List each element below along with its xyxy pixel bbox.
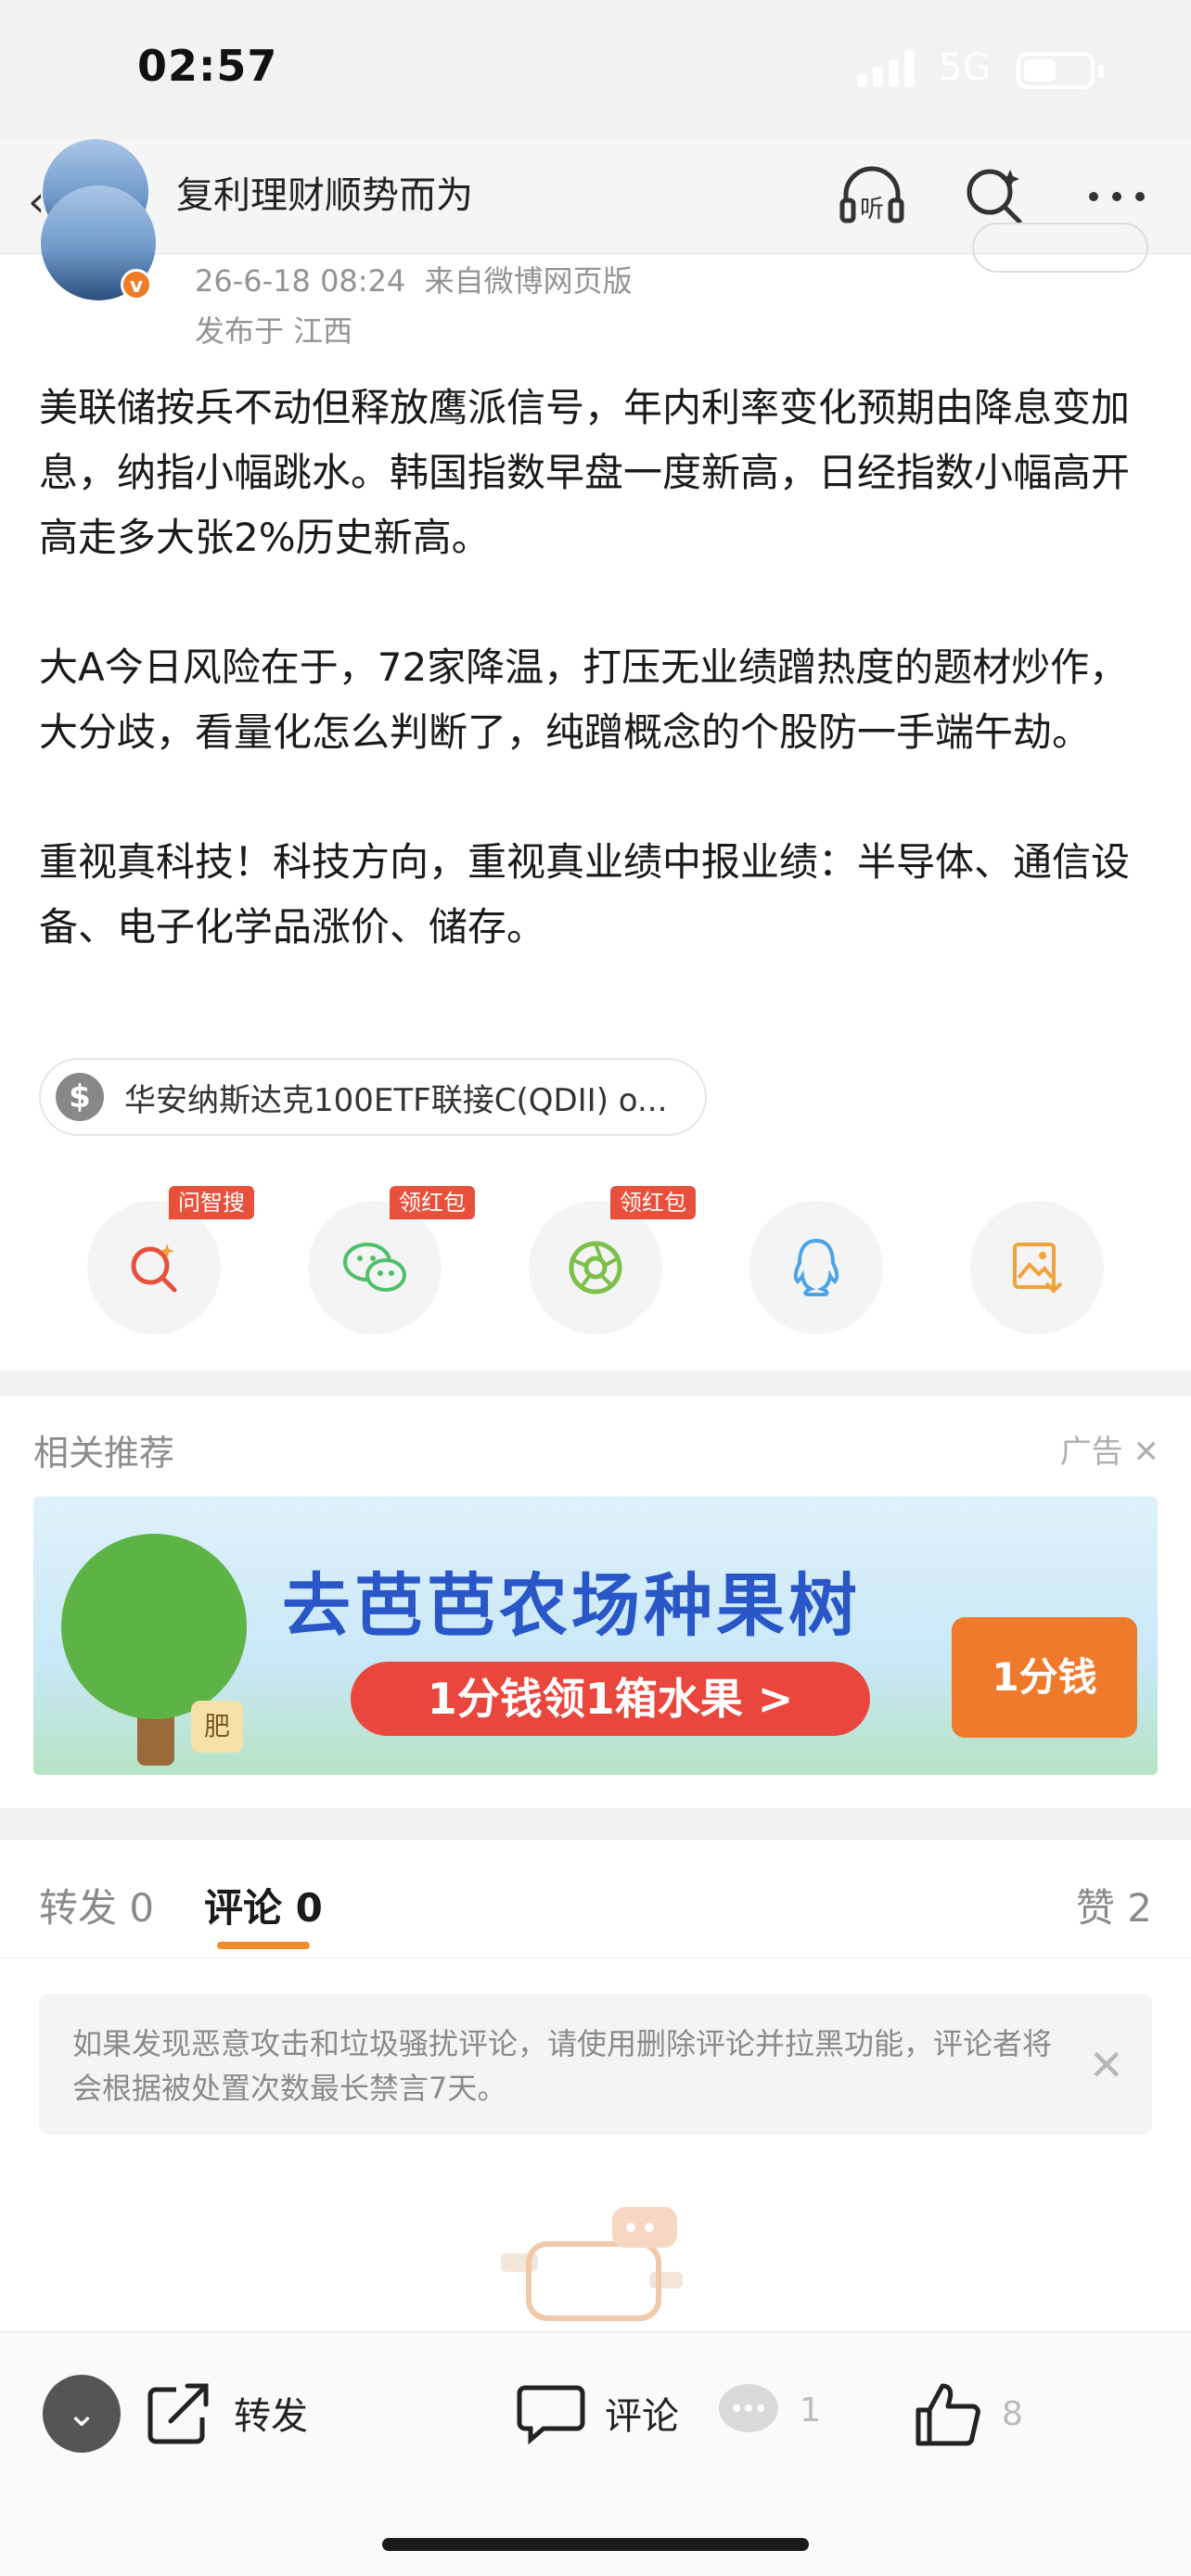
status-bar: 02:57 5G: [0, 0, 1191, 139]
comment-button[interactable]: 评论: [516, 2380, 679, 2445]
share-save-image-button[interactable]: [970, 1201, 1104, 1334]
repost-label: 转发: [234, 2395, 308, 2438]
battery-icon: [1017, 52, 1104, 89]
page-title[interactable]: 复利理财顺势而为: [176, 165, 473, 219]
tree-illustration: [61, 1534, 247, 1719]
comment-count-button[interactable]: 1: [716, 2380, 821, 2440]
repost-button[interactable]: 转发: [145, 2380, 308, 2445]
comment-bubble-icon: [719, 2384, 778, 2432]
interaction-tabs: 转发 0 评论 0 赞 2: [0, 1840, 1191, 1958]
share-tag: 问智搜: [169, 1186, 254, 1219]
save-image-icon: [1013, 1243, 1063, 1294]
network-type: 5G: [939, 46, 992, 89]
ad-label-text: 广告: [1059, 1434, 1123, 1471]
ad-cta-button[interactable]: 1分钱领1箱水果 >: [351, 1662, 870, 1736]
tab-repost[interactable]: 转发 0: [39, 1877, 154, 1933]
comment-label: 评论: [605, 2395, 679, 2438]
moments-icon: [569, 1241, 622, 1294]
post-paragraph: 美联储按兵不动但释放鹰派信号，年内利率变化预期由降息变加息，纳指小幅跳水。韩国指…: [39, 385, 1131, 560]
comment-icon: [517, 2385, 585, 2445]
fund-chip[interactable]: $ 华安纳斯达克100ETF联接C(QDII) o...: [39, 1058, 707, 1136]
post-paragraph: 大A今日风险在于，72家降温，打压无业绩蹭热度的题材炒作，大分歧，看量化怎么判断…: [39, 644, 1129, 755]
follow-button[interactable]: [972, 223, 1148, 273]
share-zhisou-button[interactable]: 问智搜: [87, 1186, 254, 1334]
divider: [0, 1808, 1191, 1840]
post-paragraph: 重视真科技！科技方向，重视真业绩中报业绩：半导体、通信设备、电子化学品涨价、储存…: [39, 839, 1131, 950]
post-source: 来自微博网页版: [424, 263, 633, 299]
comment-notice: 如果发现恶意攻击和垃圾骚扰评论，请使用删除评论并拉黑功能，评论者将会根据被处置次…: [39, 1994, 1152, 2135]
tab-comment[interactable]: 评论 0: [204, 1877, 323, 1933]
post-body: 美联储按兵不动但释放鹰派信号，年内利率变化预期由降息变加息，纳指小幅跳水。韩国指…: [39, 376, 1152, 1025]
signal-icon: [857, 50, 915, 87]
search-sparkle-icon: [131, 1243, 177, 1293]
post-timestamp: 26-6-18 08:24: [195, 263, 406, 299]
fertilizer-sign: 肥: [191, 1701, 243, 1753]
like-count: 8: [1002, 2394, 1023, 2433]
like-button[interactable]: 8: [913, 2380, 1023, 2447]
fund-chip-label: 华安纳斯达克100ETF联接C(QDII) o...: [124, 1081, 668, 1119]
ad-label[interactable]: 广告 ✕: [1060, 1426, 1159, 1472]
share-tag: 领红包: [390, 1186, 475, 1219]
post-meta: 26-6-18 08:24 来自微博网页版: [195, 258, 633, 300]
notice-text: 如果发现恶意攻击和垃圾骚扰评论，请使用删除评论并拉黑功能，评论者将会根据被处置次…: [72, 2026, 1053, 2106]
home-indicator[interactable]: [382, 2538, 809, 2551]
share-tag: 领红包: [610, 1186, 696, 1219]
recommend-title: 相关推荐: [33, 1433, 175, 1473]
divider: [0, 1371, 1191, 1396]
listen-label: 听: [860, 196, 884, 223]
comment-count: 1: [800, 2391, 821, 2429]
ad-headline: 去芭芭农场种果树: [282, 1566, 861, 1646]
share-qq-button[interactable]: [749, 1201, 883, 1334]
chevron-down-icon[interactable]: ⌄: [43, 2375, 121, 2453]
listen-icon[interactable]: 听: [835, 159, 909, 234]
close-icon[interactable]: ✕: [1088, 2040, 1124, 2090]
qq-icon: [793, 1238, 839, 1296]
close-icon[interactable]: ✕: [1133, 1434, 1160, 1471]
thumbs-up-icon: [916, 2383, 980, 2446]
wechat-icon: [343, 1243, 406, 1292]
share-row: 问智搜 领红包 领红包: [0, 1186, 1191, 1340]
repost-icon: [147, 2383, 209, 2444]
tab-indicator: [217, 1942, 310, 1949]
ad-banner[interactable]: 肥 去芭芭农场种果树 1分钱领1箱水果 > 1分钱: [33, 1497, 1158, 1775]
share-wechat-button[interactable]: 领红包: [308, 1186, 475, 1334]
post-location: 发布于 江西: [195, 313, 353, 349]
empty-comments-illustration: [501, 2207, 683, 2321]
share-moments-button[interactable]: 领红包: [529, 1186, 696, 1334]
status-time: 02:57: [137, 41, 278, 91]
dollar-icon: $: [56, 1073, 104, 1121]
tab-like[interactable]: 赞 2: [1076, 1877, 1152, 1933]
ad-basket: 1分钱: [952, 1617, 1137, 1738]
bottom-action-bar: ⌄ 转发 评论 1 8: [0, 2331, 1191, 2576]
verified-badge-icon: v: [121, 269, 152, 300]
